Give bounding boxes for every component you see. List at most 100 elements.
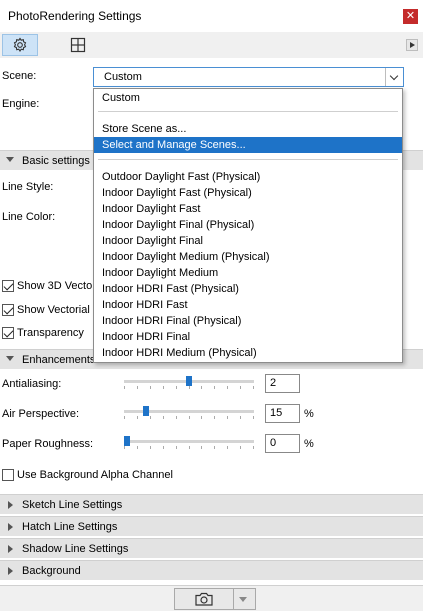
dropdown-item[interactable]: Indoor HDRI Fast xyxy=(94,297,402,313)
dropdown-item[interactable]: Indoor HDRI Medium (Physical) xyxy=(94,345,402,361)
bg-alpha-label: Use Background Alpha Channel xyxy=(17,469,173,481)
preview-tab[interactable] xyxy=(60,34,96,56)
close-button[interactable]: ✕ xyxy=(403,9,418,24)
antialiasing-slider[interactable] xyxy=(124,376,254,389)
slider-tick xyxy=(163,446,164,449)
background-header[interactable]: Background xyxy=(0,560,423,580)
dropdown-item[interactable]: Indoor HDRI Fast (Physical) xyxy=(94,281,402,297)
render-button-group xyxy=(174,588,256,610)
collapse-triangle-icon xyxy=(8,523,13,531)
air-perspective-slider[interactable] xyxy=(124,406,254,419)
dropdown-item[interactable]: Indoor Daylight Final (Physical) xyxy=(94,217,402,233)
slider-tick xyxy=(240,446,241,449)
slider-thumb[interactable] xyxy=(124,436,130,446)
paper-roughness-slider[interactable] xyxy=(124,436,254,449)
enhancements-title: Enhancements xyxy=(22,354,96,366)
shadow-line-settings-header[interactable]: Shadow Line Settings xyxy=(0,538,423,558)
footer-bar xyxy=(0,585,423,611)
slider-tick xyxy=(176,446,177,449)
air-perspective-unit: % xyxy=(304,408,314,420)
engine-label: Engine: xyxy=(2,98,40,110)
slider-tick xyxy=(253,386,254,389)
transparency-label: Transparency xyxy=(17,327,84,339)
camera-icon xyxy=(195,592,213,606)
antialiasing-label: Antialiasing: xyxy=(2,378,62,390)
slider-thumb[interactable] xyxy=(142,406,149,416)
slider-tick xyxy=(176,416,177,419)
paper-roughness-label: Paper Roughness: xyxy=(2,438,94,450)
slider-tick xyxy=(214,446,215,449)
slider-tick xyxy=(137,386,138,389)
slider-tick xyxy=(163,416,164,419)
slider-tick xyxy=(253,416,254,419)
scene-dropdown-list: Custom Store Scene as... Select and Mana… xyxy=(93,88,403,363)
dropdown-item[interactable]: Outdoor Daylight Fast (Physical) xyxy=(94,169,402,185)
section-title: Shadow Line Settings xyxy=(22,543,129,555)
section-title: Hatch Line Settings xyxy=(22,521,118,533)
slider-tick xyxy=(201,416,202,419)
slider-tick xyxy=(163,386,164,389)
window-title: PhotoRendering Settings xyxy=(8,9,142,23)
dropdown-item[interactable]: Indoor Daylight Medium (Physical) xyxy=(94,249,402,265)
show-vectorial-label: Show Vectorial xyxy=(17,304,90,316)
divider xyxy=(233,589,234,609)
chevron-right-icon[interactable] xyxy=(406,39,418,51)
slider-tick xyxy=(227,386,228,389)
dropdown-item[interactable]: Indoor Daylight Fast xyxy=(94,201,402,217)
slider-tick xyxy=(214,416,215,419)
dropdown-item[interactable]: Indoor Daylight Fast (Physical) xyxy=(94,185,402,201)
scene-value: Custom xyxy=(104,71,142,83)
slider-tick xyxy=(124,386,125,389)
collapse-triangle-icon xyxy=(8,567,13,575)
collapse-triangle-icon xyxy=(8,501,13,509)
title-bar: PhotoRendering Settings ✕ xyxy=(0,0,423,32)
transparency-checkbox[interactable] xyxy=(2,327,14,339)
slider-tick xyxy=(189,416,190,419)
scene-select[interactable]: Custom xyxy=(93,67,404,87)
paper-roughness-input[interactable]: 0 xyxy=(265,434,300,453)
air-perspective-input[interactable]: 15 xyxy=(265,404,300,423)
dropdown-item[interactable]: Custom xyxy=(94,90,402,106)
sketch-line-settings-header[interactable]: Sketch Line Settings xyxy=(0,494,423,514)
slider-tick xyxy=(150,446,151,449)
line-color-label: Line Color: xyxy=(2,211,56,223)
render-button[interactable] xyxy=(175,589,233,609)
slider-tick xyxy=(150,386,151,389)
slider-tick xyxy=(150,416,151,419)
slider-tick xyxy=(240,386,241,389)
chevron-down-icon[interactable] xyxy=(239,597,247,602)
dropdown-item[interactable]: Store Scene as... xyxy=(94,121,402,137)
grid-icon xyxy=(70,37,86,53)
dropdown-item[interactable]: Indoor Daylight Final xyxy=(94,233,402,249)
show-3d-label: Show 3D Vecto xyxy=(17,280,93,292)
basic-settings-title: Basic settings xyxy=(22,155,90,167)
gear-icon xyxy=(13,37,27,52)
hatch-line-settings-header[interactable]: Hatch Line Settings xyxy=(0,516,423,536)
show-vectorial-checkbox[interactable] xyxy=(2,304,14,316)
air-perspective-label: Air Perspective: xyxy=(2,408,80,420)
slider-tick xyxy=(253,446,254,449)
slider-track xyxy=(124,440,254,443)
settings-tab[interactable] xyxy=(2,34,38,56)
dropdown-item-highlighted[interactable]: Select and Manage Scenes... xyxy=(94,137,402,153)
collapse-triangle-icon xyxy=(8,545,13,553)
section-title: Sketch Line Settings xyxy=(22,499,123,511)
slider-tick xyxy=(227,446,228,449)
dropdown-item[interactable]: Indoor HDRI Final (Physical) xyxy=(94,313,402,329)
paper-roughness-unit: % xyxy=(304,438,314,450)
slider-tick xyxy=(214,386,215,389)
bg-alpha-checkbox[interactable] xyxy=(2,469,14,481)
dropdown-item[interactable]: Indoor HDRI Final xyxy=(94,329,402,345)
show-3d-checkbox[interactable] xyxy=(2,280,14,292)
slider-tick xyxy=(189,446,190,449)
dropdown-item[interactable]: Indoor Daylight Medium xyxy=(94,265,402,281)
slider-thumb[interactable] xyxy=(186,376,192,386)
chevron-down-icon[interactable] xyxy=(385,68,403,86)
slider-tick xyxy=(124,416,125,419)
slider-tick xyxy=(124,446,125,449)
slider-tick xyxy=(137,446,138,449)
expand-triangle-icon xyxy=(6,157,14,162)
antialiasing-input[interactable]: 2 xyxy=(265,374,300,393)
slider-tick xyxy=(201,446,202,449)
slider-tick xyxy=(137,416,138,419)
